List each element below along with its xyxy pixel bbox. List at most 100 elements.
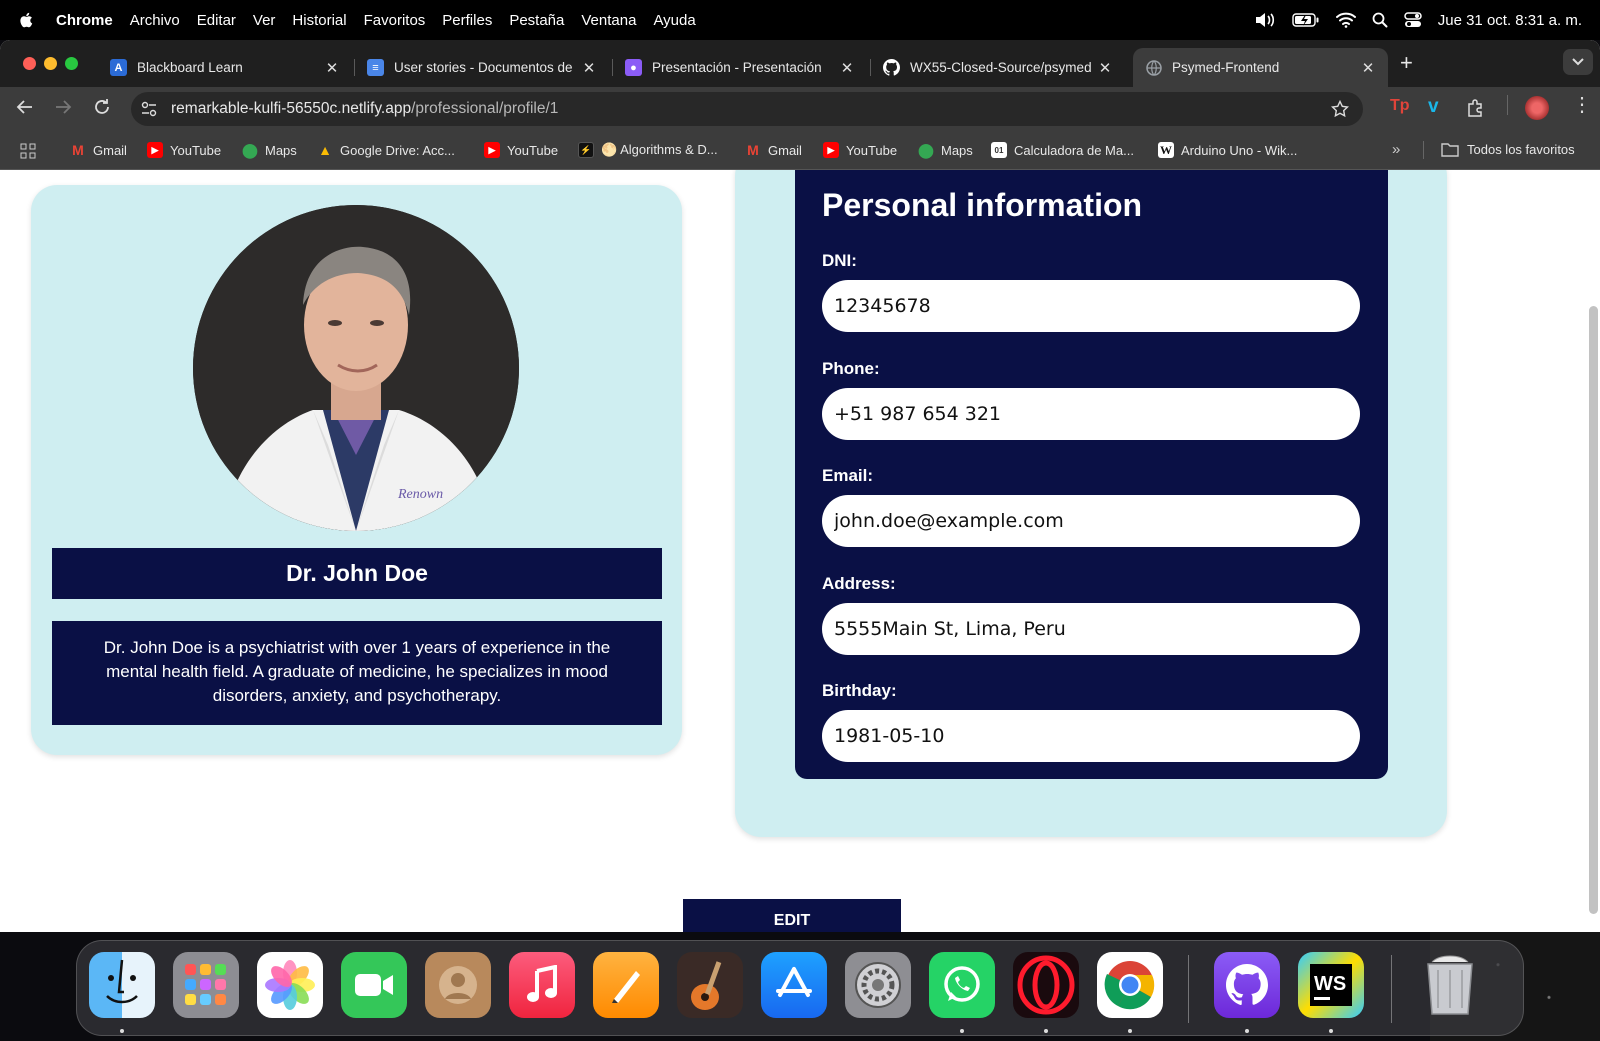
facetime-icon[interactable] [341, 952, 407, 1018]
menubar-datetime[interactable]: Jue 31 oct. 8:31 a. m. [1438, 12, 1582, 29]
wifi-icon[interactable] [1335, 12, 1356, 28]
finder-icon[interactable] [89, 952, 155, 1018]
doctor-bio: Dr. John Doe is a psychiatrist with over… [52, 621, 662, 725]
volume-icon[interactable] [1254, 12, 1276, 28]
reload-icon[interactable] [93, 98, 111, 116]
extension-tp-icon[interactable]: Tp [1390, 97, 1410, 115]
launchpad-icon[interactable] [173, 952, 239, 1018]
page-scrollbar[interactable] [1589, 306, 1598, 914]
all-bookmarks-folder[interactable]: Todos los favoritos [1441, 142, 1575, 157]
bolt-icon: ⚡ [578, 142, 594, 158]
close-tab-icon[interactable]: ✕ [581, 59, 597, 77]
email-field[interactable] [822, 495, 1360, 547]
phone-field[interactable] [822, 388, 1360, 440]
github-desktop-icon[interactable] [1214, 952, 1280, 1018]
close-tab-icon[interactable]: ✕ [839, 59, 855, 77]
opera-icon[interactable] [1013, 952, 1079, 1018]
bookmark-maps-2[interactable]: ⬤ Maps [918, 142, 973, 158]
spotlight-search-icon[interactable] [1372, 12, 1388, 28]
tab-title: User stories - Documentos de [394, 60, 573, 75]
system-settings-icon[interactable] [845, 952, 911, 1018]
bookmark-algorithms[interactable]: ⚡ 🌕 Algorithms & D... [578, 142, 718, 158]
site-settings-icon[interactable] [141, 101, 157, 117]
bookmark-calculadora[interactable]: 01 Calculadora de Ma... [991, 142, 1134, 158]
trash-icon[interactable] [1417, 952, 1483, 1018]
bookmark-label: Arduino Uno - Wik... [1181, 142, 1298, 158]
svg-text:Renown: Renown [397, 487, 443, 502]
menu-pestana[interactable]: Pestaña [509, 12, 564, 29]
bookmark-arduino[interactable]: W Arduino Uno - Wik... [1158, 142, 1297, 158]
bookmark-gmail-2[interactable]: M Gmail [745, 142, 802, 158]
bookmark-label: YouTube [170, 142, 222, 158]
back-arrow-icon[interactable] [16, 98, 34, 116]
bookmark-youtube[interactable]: ▶ YouTube [147, 142, 221, 158]
pages-icon[interactable] [593, 952, 659, 1018]
contacts-icon[interactable] [425, 952, 491, 1018]
youtube-icon: ▶ [484, 142, 500, 158]
music-icon[interactable] [509, 952, 575, 1018]
menu-favoritos[interactable]: Favoritos [364, 12, 426, 29]
tab-title: WX55-Closed-Source/psymed [910, 60, 1092, 75]
running-indicator [1329, 1029, 1333, 1033]
chrome-icon[interactable] [1097, 952, 1163, 1018]
close-window-button[interactable] [23, 57, 36, 70]
menu-historial[interactable]: Historial [292, 12, 346, 29]
drive-icon: ▲ [318, 142, 332, 158]
tab-github[interactable]: WX55-Closed-Source/psymed ✕ [873, 48, 1123, 87]
tab-user-stories[interactable]: ≡ User stories - Documentos de ✕ [357, 48, 607, 87]
menu-ver[interactable]: Ver [253, 12, 276, 29]
whatsapp-icon[interactable] [929, 952, 995, 1018]
birthday-field[interactable] [822, 710, 1360, 762]
browser-window: A Blackboard Learn ✕ ≡ User stories - Do… [0, 40, 1600, 932]
zoom-window-button[interactable] [65, 57, 78, 70]
webstorm-icon[interactable]: WS [1298, 952, 1364, 1018]
bookmark-label: YouTube [846, 142, 898, 158]
battery-icon[interactable] [1292, 13, 1320, 27]
extensions-puzzle-icon[interactable] [1466, 98, 1486, 118]
bookmark-label: 🌕 Algorithms & D... [601, 142, 718, 157]
bookmark-maps[interactable]: ⬤ Maps [242, 142, 297, 158]
github-icon [883, 59, 900, 76]
tab-title: Blackboard Learn [137, 60, 243, 75]
menu-editar[interactable]: Editar [197, 12, 236, 29]
tab-presentacion[interactable]: ● Presentación - Presentación ✕ [615, 48, 865, 87]
apps-grid-icon[interactable] [20, 143, 36, 159]
bookmark-google-drive[interactable]: ▲ Google Drive: Acc... [317, 142, 455, 158]
garageband-icon[interactable] [677, 952, 743, 1018]
menu-archivo[interactable]: Archivo [130, 12, 180, 29]
menu-app-name[interactable]: Chrome [56, 12, 113, 29]
control-center-icon[interactable] [1403, 12, 1422, 28]
bookmark-star-icon[interactable] [1331, 100, 1349, 118]
profile-avatar[interactable] [1525, 96, 1549, 120]
bookmark-label: Calculadora de Ma... [1014, 142, 1134, 158]
doctor-photo: Renown [193, 205, 519, 531]
more-bookmarks-icon[interactable]: » [1392, 141, 1400, 158]
close-tab-icon[interactable]: ✕ [1097, 59, 1113, 77]
profile-card: Renown Dr. John Doe Dr. John Doe is a ps… [31, 185, 682, 755]
app-store-icon[interactable] [761, 952, 827, 1018]
minimize-window-button[interactable] [44, 57, 57, 70]
address-field[interactable] [822, 603, 1360, 655]
address-bar[interactable]: remarkable-kulfi-56550c.netlify.app/prof… [131, 92, 1363, 126]
vimeo-extension-icon[interactable]: v [1428, 96, 1439, 118]
edit-button[interactable]: EDIT [683, 899, 901, 932]
bookmark-gmail[interactable]: M Gmail [70, 142, 127, 158]
menu-ayuda[interactable]: Ayuda [653, 12, 695, 29]
close-tab-icon[interactable]: ✕ [324, 59, 340, 77]
bookmark-youtube-2[interactable]: ▶ YouTube [484, 142, 558, 158]
bookmark-youtube-3[interactable]: ▶ YouTube [823, 142, 897, 158]
menu-perfiles[interactable]: Perfiles [442, 12, 492, 29]
dni-field[interactable] [822, 280, 1360, 332]
chrome-menu-icon[interactable]: ⋮ [1572, 95, 1592, 115]
bookmarks-bar: M Gmail ▶ YouTube ⬤ Maps ▲ Google Drive: Acc… [0, 131, 1600, 170]
apple-icon[interactable] [18, 11, 36, 29]
close-tab-icon[interactable]: ✕ [1360, 59, 1376, 77]
url-host: remarkable-kulfi-56550c.netlify.app [171, 100, 412, 117]
menu-ventana[interactable]: Ventana [581, 12, 636, 29]
photos-icon[interactable] [257, 952, 323, 1018]
forward-arrow-icon[interactable] [54, 98, 72, 116]
tab-search-chevron-icon[interactable] [1563, 49, 1593, 75]
tab-psymed-frontend[interactable]: Psymed-Frontend ✕ [1133, 48, 1388, 87]
tab-blackboard[interactable]: A Blackboard Learn ✕ [100, 48, 350, 87]
new-tab-icon[interactable]: + [1400, 50, 1413, 76]
